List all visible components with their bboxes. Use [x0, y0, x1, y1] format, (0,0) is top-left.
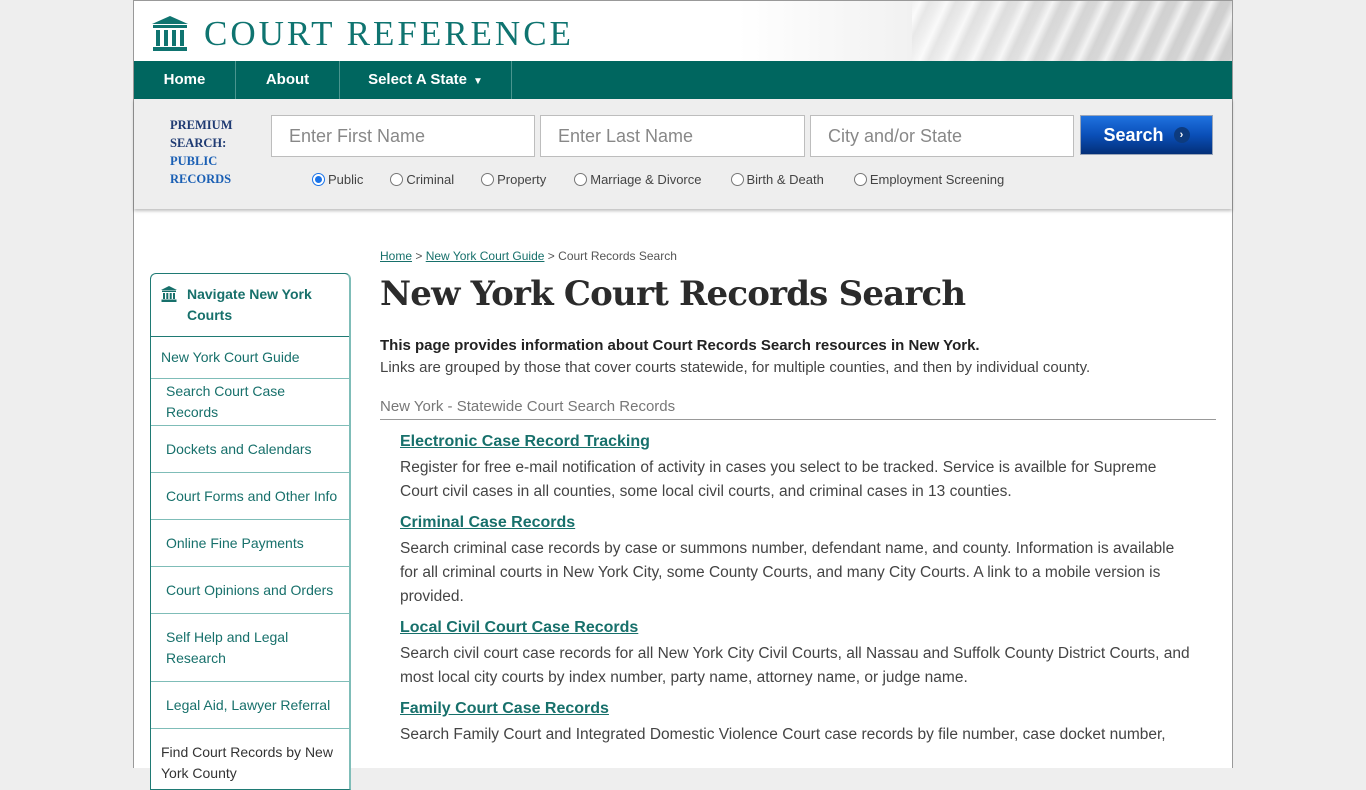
radio-marriage-divorce[interactable]: Marriage & Divorce	[574, 172, 702, 187]
breadcrumb-current: Court Records Search	[558, 249, 677, 263]
main-nav: Home About Select A State ▼	[134, 61, 1232, 99]
site-header: COURT REFERENCE	[134, 1, 1232, 61]
record-type-radios: Public Criminal Property Marriage & Divo…	[312, 172, 1004, 187]
city-state-input[interactable]: City and/or State	[810, 115, 1074, 157]
resource-link[interactable]: Criminal Case Records	[400, 513, 1216, 533]
search-button[interactable]: Search ›	[1080, 115, 1213, 155]
courthouse-icon	[152, 16, 188, 51]
list-item: Electronic Case Record Tracking Register…	[400, 432, 1216, 504]
radio-criminal[interactable]: Criminal	[390, 172, 454, 187]
resource-list: Electronic Case Record Tracking Register…	[380, 432, 1216, 747]
radio-label: Criminal	[406, 172, 455, 187]
radio-dot[interactable]	[312, 173, 325, 186]
intro-bold: This page provides information about Cou…	[380, 337, 980, 354]
resource-description: Search civil court case records for all …	[400, 645, 1190, 686]
list-item: Family Court Case Records Search Family …	[400, 699, 1216, 747]
radio-birth-death[interactable]: Birth & Death	[730, 172, 824, 187]
page: COURT REFERENCE Home About Select A Stat…	[133, 0, 1233, 790]
sidebar-item-court-forms[interactable]: Court Forms and Other Info	[151, 473, 349, 520]
sidebar-item-self-help[interactable]: Self Help and Legal Research	[151, 614, 349, 682]
radio-employment-screening[interactable]: Employment Screening	[853, 172, 1005, 187]
radio-property[interactable]: Property	[481, 172, 546, 187]
premium-label-line: PUBLIC	[170, 154, 218, 168]
site-logo[interactable]: COURT REFERENCE	[150, 15, 574, 53]
sidebar-item-court-guide[interactable]: New York Court Guide	[151, 337, 349, 379]
nav-about[interactable]: About	[236, 61, 340, 99]
nav-home-label: Home	[163, 71, 206, 88]
premium-search-label: PREMIUM SEARCH: PUBLIC RECORDS	[170, 116, 233, 188]
radio-dot[interactable]	[390, 173, 404, 186]
resource-description: Search criminal case records by case or …	[400, 540, 1175, 605]
intro-text: Links are grouped by those that cover co…	[380, 359, 1091, 376]
list-item: Local Civil Court Case Records Search ci…	[400, 618, 1216, 690]
sidebar-item-legal-aid[interactable]: Legal Aid, Lawyer Referral	[151, 682, 349, 729]
resource-description: Search Family Court and Integrated Domes…	[400, 726, 1166, 743]
radio-dot[interactable]	[730, 173, 744, 186]
search-button-label: Search	[1103, 124, 1164, 145]
section-title: New York - Statewide Court Search Record…	[380, 398, 1216, 420]
sidebar-item-dockets-calendars[interactable]: Dockets and Calendars	[151, 426, 349, 473]
nav-select-state-label: Select A State	[368, 71, 468, 88]
premium-label-line: SEARCH:	[170, 136, 227, 150]
breadcrumb-separator: >	[547, 249, 555, 263]
courthouse-icon	[161, 286, 177, 302]
sidebar-title: Navigate New York Courts	[187, 286, 312, 323]
main-content: Home > New York Court Guide > Court Reco…	[380, 249, 1216, 756]
nav-about-label: About	[265, 71, 310, 88]
premium-label-line: RECORDS	[170, 172, 232, 186]
sidebar-nav: Navigate New York Courts New York Court …	[150, 273, 351, 790]
radio-dot[interactable]	[574, 173, 588, 186]
sidebar-header: Navigate New York Courts	[151, 274, 349, 337]
chevron-right-icon: ›	[1173, 127, 1190, 143]
sidebar-item-find-by-county[interactable]: Find Court Records by New York County	[151, 729, 349, 789]
radio-public[interactable]: Public	[312, 172, 363, 187]
radio-label: Public	[328, 172, 364, 187]
caret-down-icon: ▼	[473, 76, 483, 87]
list-item: Criminal Case Records Search criminal ca…	[400, 513, 1216, 609]
sidebar-item-search-case-records[interactable]: Search Court Case Records	[151, 379, 349, 426]
resource-description: Register for free e-mail notification of…	[400, 459, 1157, 500]
last-name-input[interactable]: Enter Last Name	[540, 115, 805, 157]
breadcrumb-separator: >	[415, 249, 423, 263]
radio-label: Birth & Death	[746, 172, 824, 187]
radio-label: Marriage & Divorce	[590, 172, 702, 187]
first-name-input[interactable]: Enter First Name	[271, 115, 535, 157]
resource-link[interactable]: Family Court Case Records	[400, 699, 1216, 719]
resource-link[interactable]: Local Civil Court Case Records	[400, 618, 1216, 638]
radio-label: Employment Screening	[869, 172, 1005, 187]
radio-label: Property	[497, 172, 547, 187]
breadcrumb-guide-link[interactable]: New York Court Guide	[426, 249, 545, 263]
sidebar-item-online-fine-payments[interactable]: Online Fine Payments	[151, 520, 349, 567]
page-title: New York Court Records Search	[380, 274, 966, 314]
resource-link[interactable]: Electronic Case Record Tracking	[400, 432, 1216, 452]
nav-home[interactable]: Home	[134, 61, 236, 99]
radio-dot[interactable]	[481, 173, 495, 186]
premium-label-line: PREMIUM	[170, 118, 233, 132]
sidebar-item-court-opinions[interactable]: Court Opinions and Orders	[151, 567, 349, 614]
column-banner-image	[912, 1, 1232, 61]
breadcrumb: Home > New York Court Guide > Court Reco…	[380, 249, 1216, 263]
nav-select-state[interactable]: Select A State ▼	[340, 61, 512, 99]
breadcrumb-home-link[interactable]: Home	[380, 249, 412, 263]
premium-search-band: PREMIUM SEARCH: PUBLIC RECORDS Enter Fir…	[134, 99, 1232, 209]
radio-dot[interactable]	[853, 173, 867, 186]
logo-text: COURT REFERENCE	[204, 14, 574, 53]
